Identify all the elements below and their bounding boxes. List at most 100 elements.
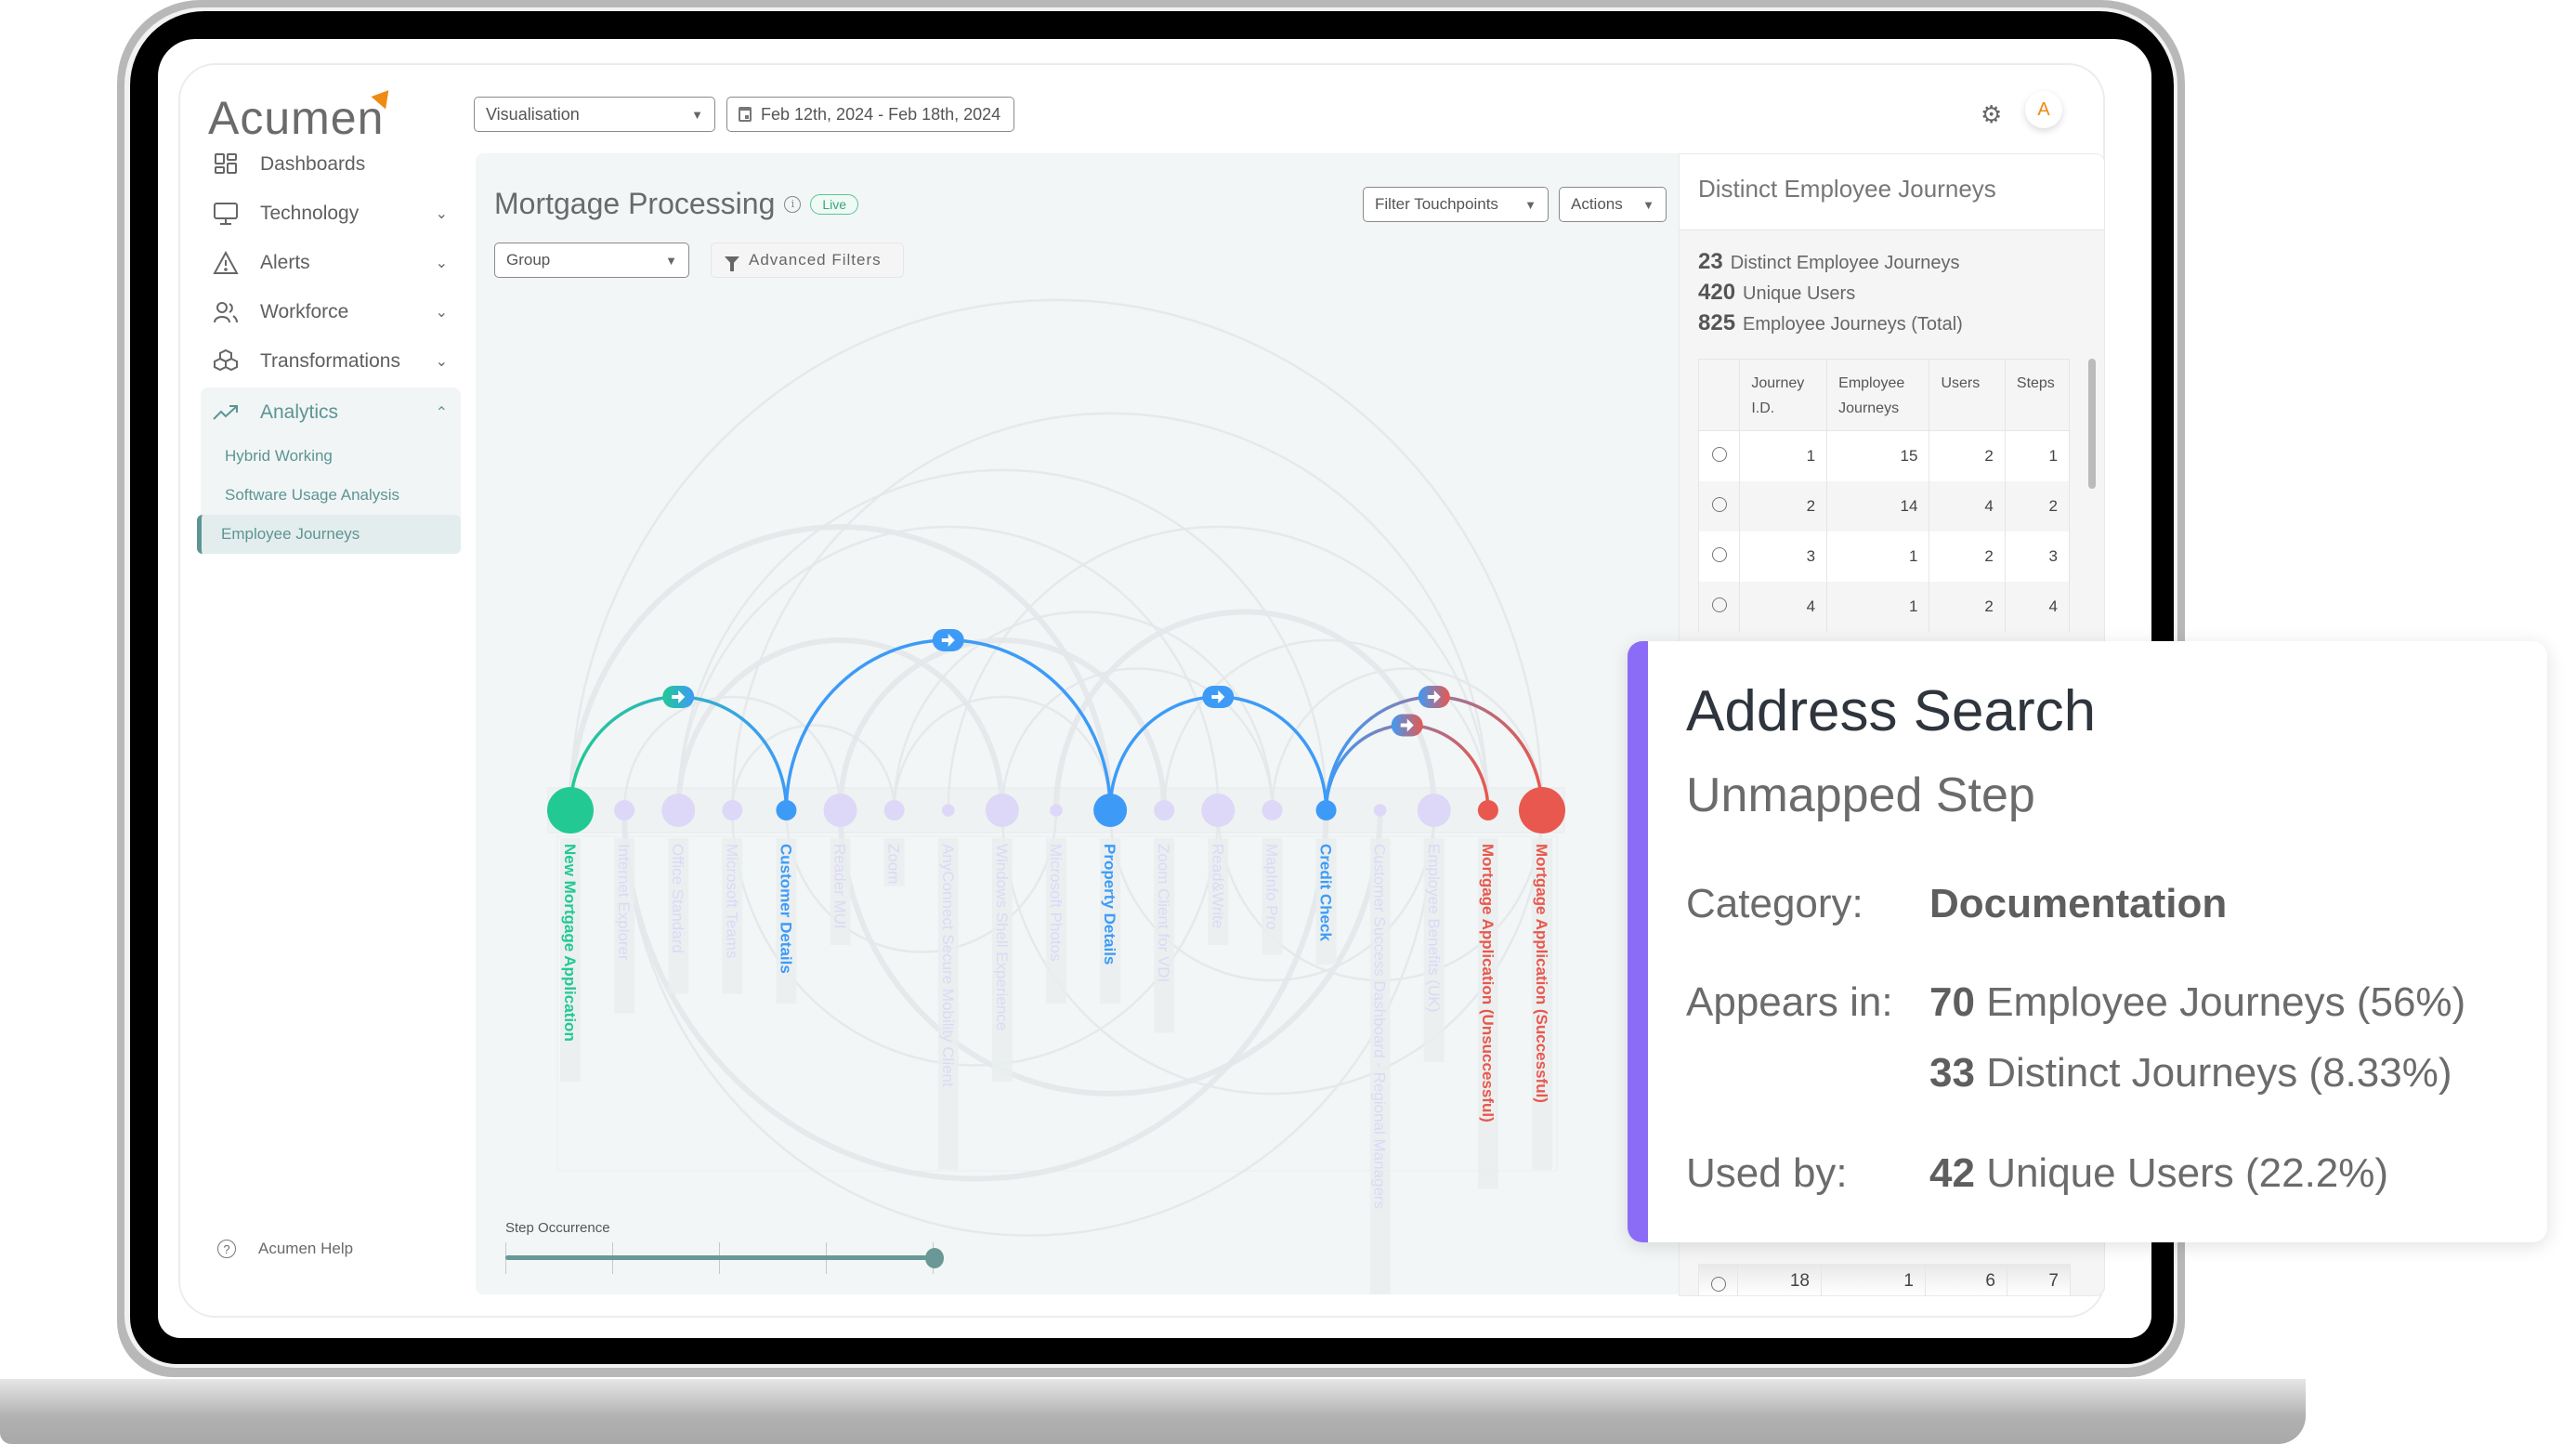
journey-step-node[interactable] [1093, 794, 1128, 827]
node-label: Customer Success Dashboard - Regional Ma… [1371, 844, 1389, 1209]
sidebar-item-analytics[interactable]: Analytics ⌃ [201, 387, 461, 437]
popup-subtitle: Unmapped Step [1686, 768, 2035, 822]
help-link[interactable]: ? Acumen Help [217, 1240, 353, 1258]
node-label: Zoom [885, 844, 903, 884]
column-header-steps[interactable]: Steps [2004, 359, 2071, 431]
journey-step-node[interactable] [1477, 800, 1498, 820]
chevron-down-icon: ⌄ [435, 255, 448, 271]
popup-appears-label: Appears in: [1686, 979, 1893, 1025]
stat-total-journeys: 825 Employee Journeys (Total) [1698, 310, 1963, 335]
node-label: Read&Write [1209, 844, 1226, 928]
caret-down-icon: ▼ [691, 107, 703, 122]
sidebar-item-workforce[interactable]: Workforce ⌄ [201, 287, 461, 336]
journey-step-node[interactable] [823, 794, 857, 827]
sidebar-item-alerts[interactable]: Alerts ⌄ [201, 238, 461, 287]
view-select[interactable]: Visualisation ▼ [474, 97, 715, 132]
date-range-text: Feb 12th, 2024 - Feb 18th, 2024 [761, 104, 1001, 124]
journey-step-node[interactable] [722, 800, 743, 820]
table-scrollbar[interactable] [2088, 359, 2096, 489]
summary-stats: 23 Distinct Employee Journeys 420 Unique U… [1680, 230, 2104, 339]
journey-step-node[interactable] [1050, 804, 1063, 817]
row-radio[interactable] [1711, 597, 1727, 612]
row-radio[interactable] [1711, 446, 1727, 462]
summary-heading: Distinct Employee Journeys [1680, 154, 2104, 230]
grid-icon [212, 151, 240, 178]
node-label: Microsoft Photos [1047, 844, 1065, 962]
group-select[interactable]: Group ▼ [494, 243, 689, 278]
sidebar-item-transformations[interactable]: Transformations ⌄ [201, 336, 461, 386]
node-label: Employee Benefits (UK) [1425, 844, 1443, 1012]
user-avatar[interactable]: A [2025, 91, 2062, 128]
journey-step-node[interactable] [941, 804, 955, 817]
actions-button[interactable]: Actions ▼ [1559, 187, 1667, 222]
column-header-employee-journeys[interactable]: Employee Journeys [1826, 359, 1930, 431]
journey-step-node[interactable] [1519, 787, 1565, 834]
journey-step-node[interactable] [1315, 800, 1337, 820]
cell-steps: 7 [2007, 1264, 2071, 1295]
info-icon[interactable]: i [784, 195, 802, 213]
journey-step-node[interactable] [1201, 794, 1236, 827]
sidebar-item-technology[interactable]: Technology ⌄ [201, 189, 461, 238]
journey-step-node[interactable] [1154, 800, 1175, 820]
help-icon: ? [217, 1240, 236, 1258]
journey-step-node[interactable] [1373, 804, 1387, 817]
table-row[interactable]: 2 14 4 2 [1697, 481, 2071, 532]
users-icon [212, 298, 240, 326]
page-title: Mortgage Processing i Live [494, 187, 859, 221]
journey-step-node[interactable] [1262, 800, 1283, 820]
sidebar-item-dashboards[interactable]: Dashboards [201, 139, 461, 189]
advanced-filters-button[interactable]: Advanced Filters [711, 243, 904, 278]
settings-gear-icon[interactable]: ⚙ [1981, 100, 2002, 129]
row-radio[interactable] [1711, 496, 1727, 512]
row-radio[interactable] [1710, 1277, 1726, 1292]
row-radio[interactable] [1711, 546, 1727, 562]
popup-appears-distinct-journeys: 33 Distinct Journeys (8.33%) [1929, 1050, 2452, 1096]
popup-used-by-label: Used by: [1686, 1150, 1848, 1196]
chevron-up-icon: ⌃ [435, 404, 448, 421]
column-header-journey-id[interactable]: Journey I.D. [1739, 359, 1828, 431]
node-label: Microsoft Teams [723, 844, 740, 958]
popup-title: Address Search [1686, 679, 2097, 743]
journey-step-node[interactable] [614, 800, 635, 820]
sidebar-item-label: Technology [260, 202, 360, 224]
journey-step-node[interactable] [883, 800, 905, 820]
sidebar-subitem-hybrid-working[interactable]: Hybrid Working [201, 437, 461, 476]
journey-step-node[interactable] [661, 794, 696, 827]
table-row[interactable]: 18 1 6 7 [1698, 1264, 2071, 1295]
node-label: Reader MUI [831, 844, 849, 929]
cell-employee-journeys: 1 [1826, 532, 1930, 582]
journey-step-node[interactable] [985, 794, 1019, 827]
journey-step-node[interactable] [1417, 794, 1451, 827]
background-journey-arc [731, 809, 1220, 1067]
filter-touchpoints-button[interactable]: Filter Touchpoints ▼ [1363, 187, 1549, 222]
sidebar-subitem-employee-journeys[interactable]: Employee Journeys [197, 515, 461, 554]
table-header-row: Journey I.D. Employee Journeys Users Ste… [1697, 359, 2071, 431]
column-header-users[interactable]: Users [1929, 359, 2006, 431]
cell-users: 2 [1929, 430, 2006, 481]
step-occurrence-slider[interactable] [505, 1239, 944, 1276]
journey-step-node[interactable] [547, 787, 594, 834]
slider-track[interactable] [505, 1255, 933, 1260]
caret-down-icon: ▼ [665, 253, 677, 268]
table-row[interactable]: 3123 [1697, 532, 2071, 582]
node-label: Windows Shell Experience [993, 844, 1011, 1030]
node-label: Credit Check [1317, 844, 1335, 941]
table-row[interactable]: 1 15 2 1 [1697, 430, 2071, 481]
table-row[interactable]: 4124 [1697, 582, 2071, 632]
cell-users: 6 [1926, 1264, 2007, 1295]
sidebar-nav: Dashboards Technology ⌄ Alerts ⌄ Workfor… [197, 139, 461, 554]
sidebar-subitem-software-usage[interactable]: Software Usage Analysis [201, 476, 461, 515]
slider-thumb[interactable] [925, 1248, 944, 1268]
cell-journey-id: 1 [1739, 430, 1828, 481]
monitor-icon [212, 200, 240, 228]
view-select-value: Visualisation [486, 104, 580, 124]
cell-journey-id: 18 [1738, 1264, 1822, 1295]
journey-arc-chart[interactable]: New Mortgage Application Internet Explore… [476, 153, 1679, 1294]
advanced-filters-label: Advanced Filters [749, 251, 882, 269]
date-range-button[interactable]: Feb 12th, 2024 - Feb 18th, 2024 [726, 97, 1014, 132]
row-select-cell [1699, 1264, 1738, 1295]
journey-step-node[interactable] [776, 800, 797, 820]
node-label: Property Details [1101, 844, 1118, 965]
chevron-down-icon: ⌄ [435, 353, 448, 370]
step-occurrence-label: Step Occurrence [505, 1220, 610, 1236]
